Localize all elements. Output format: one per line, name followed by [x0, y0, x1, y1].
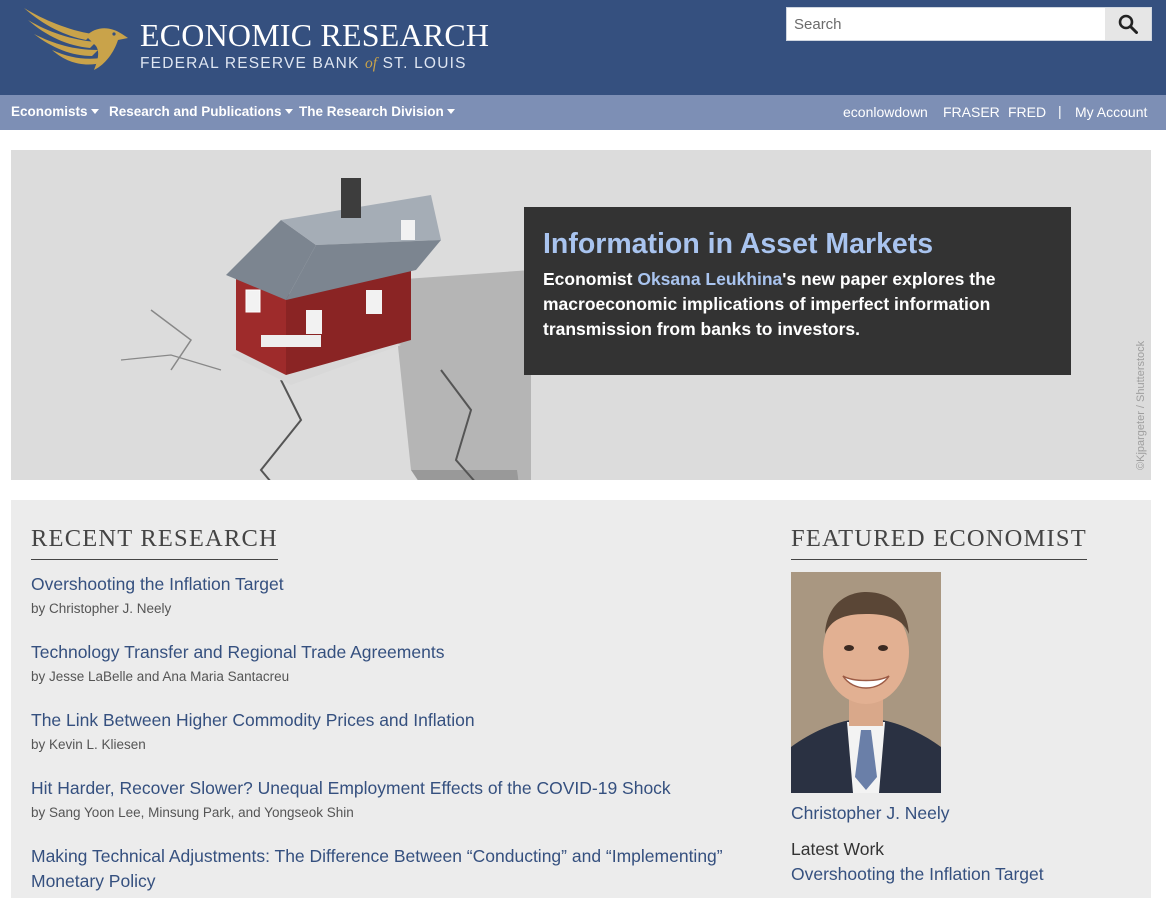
cracked-house-image [120, 178, 531, 480]
list-item: The Link Between Higher Commodity Prices… [31, 708, 751, 752]
site-header: ECONOMIC RESEARCH FEDERAL RESERVE BANK o… [0, 0, 1166, 95]
subtitle-part: ST. LOUIS [377, 55, 467, 72]
nav-economists[interactable]: Economists [11, 104, 99, 119]
article-title-link[interactable]: Overshooting the Inflation Target [31, 572, 751, 597]
search-input[interactable] [787, 8, 1105, 40]
featured-economist-heading: FEATURED ECONOMIST [791, 525, 1087, 560]
article-authors: by Kevin L. Kliesen [31, 737, 146, 752]
hero-economist-link[interactable]: Oksana Leukhina [637, 269, 782, 289]
main-nav: Economists Research and Publications The… [0, 95, 1166, 130]
article-title-link[interactable]: The Link Between Higher Commodity Prices… [31, 708, 751, 733]
list-item: Overshooting the Inflation Target by Chr… [31, 572, 751, 616]
article-authors: by Sang Yoon Lee, Minsung Park, and Yong… [31, 805, 354, 820]
article-title-link[interactable]: Hit Harder, Recover Slower? Unequal Empl… [31, 776, 751, 801]
economist-photo[interactable] [791, 572, 941, 793]
list-item: Hit Harder, Recover Slower? Unequal Empl… [31, 776, 751, 820]
nav-fred[interactable]: FRED [1008, 104, 1046, 120]
search-icon [1118, 14, 1138, 34]
caret-down-icon [90, 108, 99, 114]
site-subtitle: FEDERAL RESERVE BANK of ST. LOUIS [140, 55, 467, 73]
nav-econlowdown[interactable]: econlowdown [843, 104, 928, 120]
latest-work-link[interactable]: Overshooting the Inflation Target [791, 864, 1044, 885]
search-button[interactable] [1105, 8, 1151, 40]
list-item: Making Technical Adjustments: The Differ… [31, 844, 751, 894]
eagle-icon[interactable] [22, 6, 130, 72]
hero-title[interactable]: Information in Asset Markets [543, 227, 1052, 261]
article-title-link[interactable]: Making Technical Adjustments: The Differ… [31, 844, 751, 894]
site-title[interactable]: ECONOMIC RESEARCH [140, 17, 489, 54]
nav-label: The Research Division [299, 104, 444, 119]
nav-label: Research and Publications [109, 104, 282, 119]
featured-economist-name[interactable]: Christopher J. Neely [791, 803, 950, 824]
image-credit: ©Kjpargeter / Shutterstock [1135, 340, 1147, 470]
article-title-link[interactable]: Technology Transfer and Regional Trade A… [31, 640, 751, 665]
hero-banner[interactable]: Information in Asset Markets Economist O… [11, 150, 1151, 480]
nav-fraser[interactable]: FRASER [943, 104, 1000, 120]
search-form [786, 7, 1152, 41]
article-authors: by Jesse LaBelle and Ana Maria Santacreu [31, 669, 290, 684]
subtitle-part: FEDERAL RESERVE BANK [140, 55, 366, 72]
article-authors: by Christopher J. Neely [31, 601, 172, 616]
content-panel: RECENT RESEARCH Overshooting the Inflati… [11, 500, 1151, 898]
caret-down-icon [446, 108, 455, 114]
list-item: Technology Transfer and Regional Trade A… [31, 640, 751, 684]
nav-research-division[interactable]: The Research Division [299, 104, 455, 119]
caret-down-icon [284, 108, 293, 114]
nav-label: Economists [11, 104, 88, 119]
hero-feature-card[interactable]: Information in Asset Markets Economist O… [524, 207, 1071, 375]
nav-research-publications[interactable]: Research and Publications [109, 104, 293, 119]
subtitle-of: of [365, 55, 378, 72]
nav-my-account[interactable]: My Account [1075, 104, 1147, 120]
latest-work-label: Latest Work [791, 839, 885, 859]
nav-separator: | [1058, 103, 1062, 119]
recent-research-heading: RECENT RESEARCH [31, 525, 278, 560]
hero-description: Economist Oksana Leukhina's new paper ex… [543, 267, 1052, 342]
hero-desc-text: Economist [543, 269, 638, 289]
